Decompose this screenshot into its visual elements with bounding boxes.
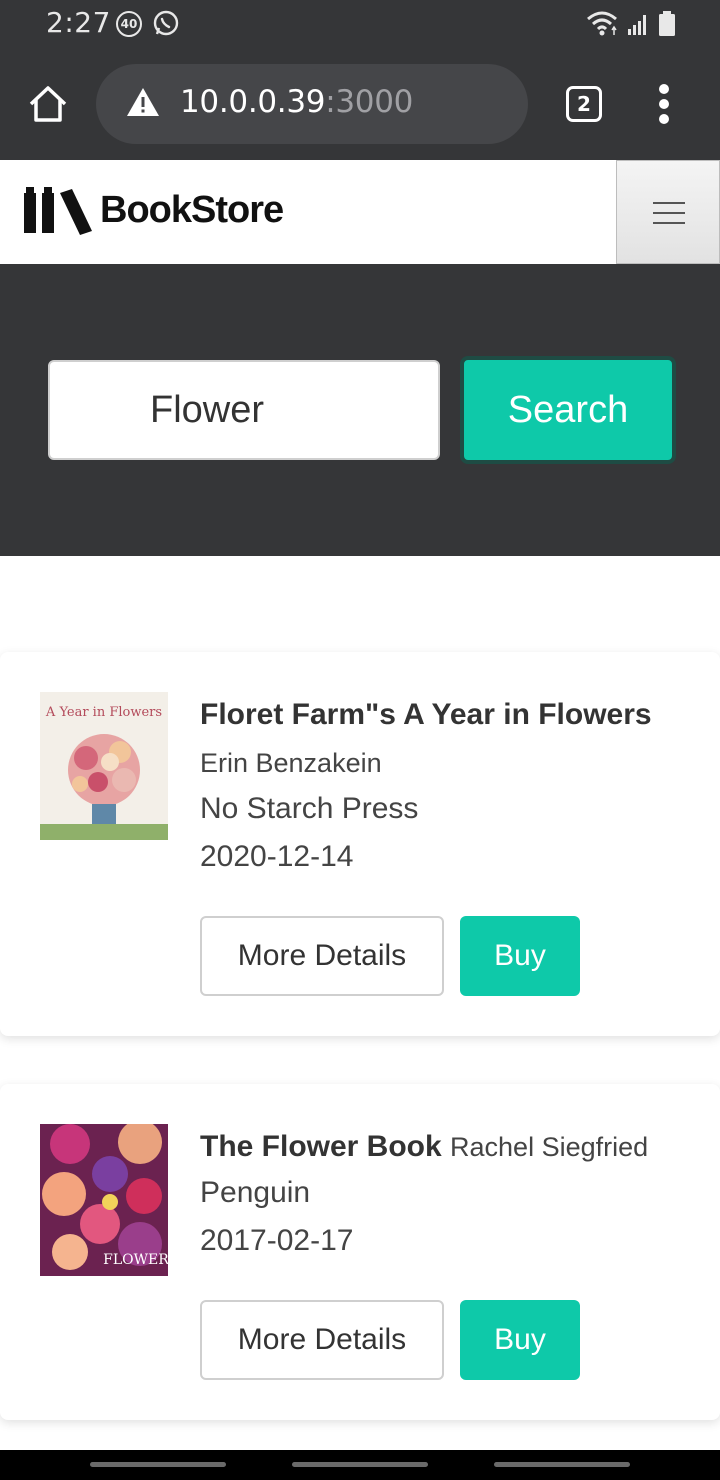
book-title-row: The Flower Book Rachel Siegfried: [200, 1128, 700, 1166]
url-port: :3000: [325, 84, 414, 120]
browser-toolbar: 10.0.0.39:3000 2: [0, 48, 720, 160]
book-publish-date: 2017-02-17: [200, 1224, 354, 1257]
search-input[interactable]: [48, 360, 440, 460]
buy-button[interactable]: Buy: [460, 1300, 580, 1380]
more-details-button[interactable]: More Details: [200, 1300, 444, 1380]
book-publisher: No Starch Press: [200, 792, 419, 825]
buy-button[interactable]: Buy: [460, 916, 580, 996]
battery-icon: [659, 11, 675, 36]
books-logo-icon: [24, 187, 92, 235]
warning-icon[interactable]: [126, 86, 160, 118]
book-publish-date: 2020-12-14: [200, 840, 354, 873]
book-cover-image[interactable]: A Year in Flowers: [40, 692, 168, 840]
status-time: 2:27: [46, 6, 111, 39]
signal-icon: [628, 15, 646, 35]
nav-home-handle[interactable]: [292, 1462, 428, 1467]
cover-title: A Year in Flowers: [45, 705, 162, 720]
nav-recents-handle[interactable]: [90, 1462, 226, 1467]
logo-text: BookStore: [100, 188, 284, 231]
book-author: Rachel Siegfried: [450, 1132, 649, 1162]
whatsapp-icon: [153, 10, 179, 36]
book-author: Erin Benzakein: [200, 748, 382, 778]
book-title[interactable]: The Flower Book: [200, 1130, 442, 1163]
site-header: BookStore: [0, 160, 720, 264]
nav-back-handle[interactable]: [494, 1462, 630, 1467]
book-publisher: Penguin: [200, 1176, 311, 1209]
cover-title: FLOWER: [103, 1252, 168, 1268]
home-icon[interactable]: [26, 82, 70, 126]
notification-count-badge: 40: [116, 11, 142, 37]
search-button[interactable]: Search: [460, 356, 676, 464]
url-text[interactable]: 10.0.0.39:3000: [180, 84, 413, 120]
tabs-icon[interactable]: 2: [566, 86, 602, 122]
card-actions: More Details Buy: [200, 1300, 580, 1380]
book-cover-image[interactable]: FLOWER: [40, 1124, 168, 1276]
address-bar[interactable]: 10.0.0.39:3000: [96, 64, 528, 144]
card-actions: More Details Buy: [200, 916, 580, 996]
book-info: Floret Farm"s A Year in Flowers Erin Ben…: [200, 696, 700, 876]
system-navigation-bar: [0, 1450, 720, 1480]
more-vert-icon[interactable]: [646, 82, 682, 126]
book-title[interactable]: Floret Farm"s A Year in Flowers: [200, 696, 700, 734]
search-section: Search: [0, 264, 720, 556]
book-card: FLOWER The Flower Book Rachel Siegfried …: [0, 1084, 720, 1420]
more-details-button[interactable]: More Details: [200, 916, 444, 996]
book-card: A Year in Flowers Floret Farm"s A Year i…: [0, 652, 720, 1036]
hamburger-menu-button[interactable]: [616, 160, 720, 264]
url-host: 10.0.0.39: [180, 84, 326, 120]
book-info: The Flower Book Rachel Siegfried Penguin…: [200, 1128, 700, 1260]
logo[interactable]: BookStore: [22, 180, 284, 240]
status-bar: 2:27 40: [0, 0, 720, 48]
wifi-icon: [587, 11, 617, 36]
